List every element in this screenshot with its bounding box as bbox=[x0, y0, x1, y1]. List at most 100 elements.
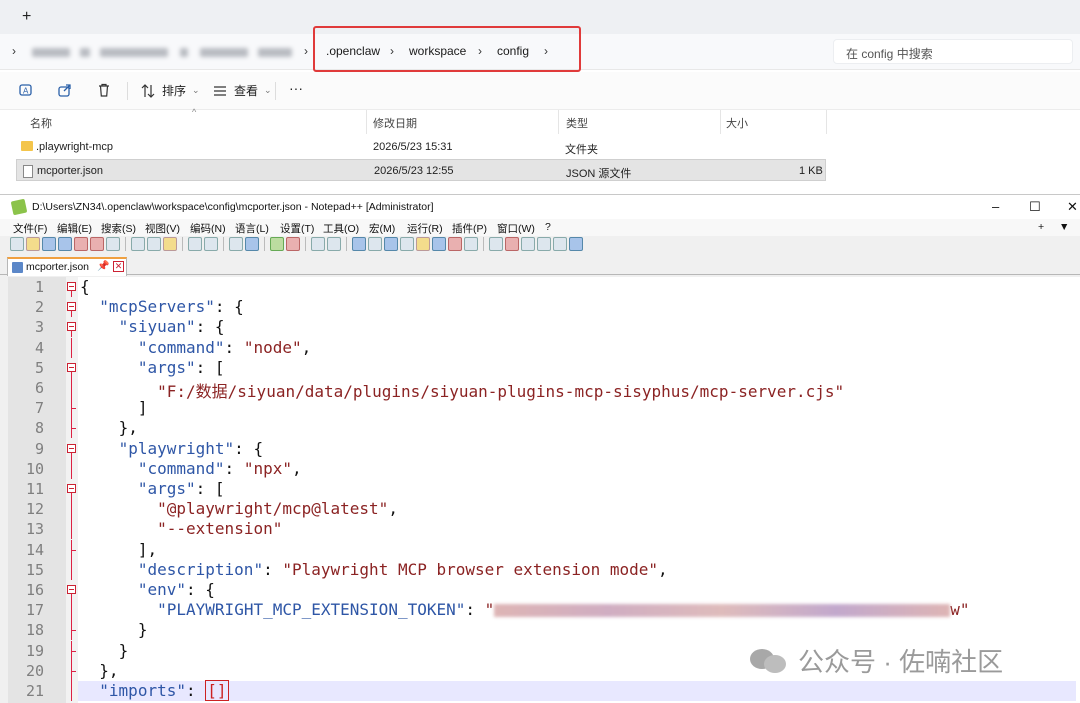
play-macro-icon[interactable] bbox=[537, 237, 551, 251]
dropdown-button[interactable]: ▼ bbox=[1059, 221, 1069, 233]
undo-icon[interactable] bbox=[188, 237, 202, 251]
print-icon[interactable] bbox=[106, 237, 120, 251]
menu-help[interactable]: ? bbox=[545, 221, 551, 233]
title-bar[interactable]: D:\Users\ZN34\.openclaw\workspace\config… bbox=[0, 195, 1080, 219]
chevron-down-icon: ⌄ bbox=[192, 85, 200, 95]
show-all-characters-icon[interactable] bbox=[368, 237, 382, 251]
new-tab-button[interactable]: + bbox=[22, 8, 31, 26]
save-macro-icon[interactable] bbox=[569, 237, 583, 251]
watermark: 公众号 · 佐喃社区 bbox=[750, 640, 1050, 680]
maximize-button[interactable]: ☐ bbox=[1029, 199, 1041, 215]
column-size[interactable]: 大小 bbox=[726, 115, 748, 131]
file-row[interactable]: .playwright-mcp 2026/5/23 15:31 文件夹 bbox=[16, 136, 826, 158]
menu-edit[interactable]: 编辑(E) bbox=[57, 221, 92, 236]
fold-line bbox=[66, 398, 78, 419]
fold-toggle-icon[interactable] bbox=[66, 439, 78, 459]
close-button[interactable]: ✕ bbox=[1067, 199, 1078, 215]
more-options-button[interactable]: ··· bbox=[289, 80, 303, 96]
column-type[interactable]: 类型 bbox=[566, 115, 588, 131]
fold-toggle-icon[interactable] bbox=[66, 479, 78, 499]
tab-mcporter-json[interactable]: mcporter.json 📌 ✕ bbox=[7, 257, 127, 276]
menu-settings[interactable]: 设置(T) bbox=[280, 221, 314, 236]
save-icon[interactable] bbox=[42, 237, 56, 251]
fold-toggle-icon[interactable] bbox=[66, 277, 78, 297]
line-number: 6 bbox=[34, 379, 44, 397]
code-line: "command": "npx", bbox=[137, 458, 302, 478]
redacted-token bbox=[494, 604, 951, 618]
menu-window[interactable]: 窗口(W) bbox=[497, 221, 535, 236]
search-input[interactable]: 在 config 中搜索 bbox=[833, 39, 1073, 64]
trash-icon bbox=[99, 83, 109, 97]
open-file-icon[interactable] bbox=[26, 237, 40, 251]
eye-icon[interactable] bbox=[489, 237, 503, 251]
fold-toggle-icon[interactable] bbox=[66, 317, 78, 338]
notepadpp-logo-icon bbox=[10, 198, 28, 216]
menu-tools[interactable]: 工具(O) bbox=[323, 221, 359, 236]
menu-plugins[interactable]: 插件(P) bbox=[452, 221, 487, 236]
fold-toggle-icon[interactable] bbox=[66, 297, 78, 318]
fold-toggle-icon[interactable] bbox=[66, 358, 78, 378]
zoom-in-icon[interactable] bbox=[270, 237, 284, 251]
menu-encoding[interactable]: 编码(N) bbox=[190, 221, 226, 236]
fold-line bbox=[66, 559, 78, 580]
column-divider[interactable] bbox=[826, 110, 827, 134]
replace-icon[interactable] bbox=[245, 237, 259, 251]
column-name[interactable]: 名称 bbox=[30, 115, 52, 131]
cut-icon[interactable] bbox=[131, 237, 145, 251]
code-line: "playwright": { bbox=[118, 438, 264, 458]
fold-line bbox=[66, 458, 78, 479]
chevron-right-icon[interactable]: › bbox=[12, 44, 16, 58]
copy-icon[interactable] bbox=[147, 237, 161, 251]
menu-file[interactable]: 文件(F) bbox=[13, 221, 47, 236]
run-macro-multiple-icon[interactable] bbox=[553, 237, 567, 251]
pin-icon[interactable]: 📌 bbox=[97, 261, 109, 272]
close-tab-icon[interactable]: ✕ bbox=[113, 261, 124, 272]
zoom-out-icon[interactable] bbox=[286, 237, 300, 251]
column-divider[interactable] bbox=[720, 110, 721, 134]
word-wrap-icon[interactable] bbox=[352, 237, 366, 251]
share-button[interactable] bbox=[57, 82, 73, 98]
code-line: { bbox=[80, 277, 90, 296]
monitoring-icon[interactable] bbox=[464, 237, 478, 251]
notepadpp-window: D:\Users\ZN34\.openclaw\workspace\config… bbox=[0, 194, 1080, 703]
sort-button[interactable]: 排序 ⌄ bbox=[140, 82, 200, 99]
save-all-icon[interactable] bbox=[58, 237, 72, 251]
file-row-selected[interactable]: mcporter.json 2026/5/23 12:55 JSON 源文件 1… bbox=[16, 159, 826, 181]
rename-button[interactable]: A bbox=[18, 82, 34, 98]
new-file-icon[interactable] bbox=[10, 237, 24, 251]
line-number: 11 bbox=[25, 480, 44, 498]
sync-horizontal-icon[interactable] bbox=[327, 237, 341, 251]
fold-toggle-icon[interactable] bbox=[66, 580, 78, 600]
language-icon[interactable] bbox=[400, 237, 414, 251]
column-divider[interactable] bbox=[558, 110, 559, 134]
line-number: 13 bbox=[25, 520, 44, 539]
delete-button[interactable] bbox=[96, 82, 112, 98]
column-divider[interactable] bbox=[366, 110, 367, 134]
indent-guide-icon[interactable] bbox=[384, 237, 398, 251]
function-list-icon[interactable] bbox=[432, 237, 446, 251]
sync-vertical-icon[interactable] bbox=[311, 237, 325, 251]
menu-language[interactable]: 语言(L) bbox=[235, 221, 269, 236]
menu-view[interactable]: 视图(V) bbox=[145, 221, 180, 236]
toolbar-divider bbox=[223, 237, 224, 251]
sort-label: 排序 bbox=[162, 84, 187, 98]
menu-macro[interactable]: 宏(M) bbox=[369, 221, 395, 236]
doc-map-icon[interactable] bbox=[416, 237, 430, 251]
find-icon[interactable] bbox=[229, 237, 243, 251]
minimize-button[interactable]: – bbox=[992, 199, 999, 214]
explorer-toolbar: A 排序 ⌄ 查看 ⌄ ··· bbox=[0, 72, 1080, 110]
folder-workspace-icon[interactable] bbox=[448, 237, 462, 251]
close-all-icon[interactable] bbox=[90, 237, 104, 251]
add-button[interactable]: + bbox=[1038, 221, 1044, 233]
record-macro-icon[interactable] bbox=[505, 237, 519, 251]
file-type: JSON 源文件 bbox=[566, 168, 632, 180]
line-number: 5 bbox=[34, 358, 44, 377]
view-button[interactable]: 查看 ⌄ bbox=[212, 82, 272, 99]
column-modified[interactable]: 修改日期 bbox=[373, 115, 417, 131]
menu-search[interactable]: 搜索(S) bbox=[101, 221, 136, 236]
redo-icon[interactable] bbox=[204, 237, 218, 251]
stop-macro-icon[interactable] bbox=[521, 237, 535, 251]
close-file-icon[interactable] bbox=[74, 237, 88, 251]
menu-run[interactable]: 运行(R) bbox=[407, 221, 443, 236]
paste-icon[interactable] bbox=[163, 237, 177, 251]
